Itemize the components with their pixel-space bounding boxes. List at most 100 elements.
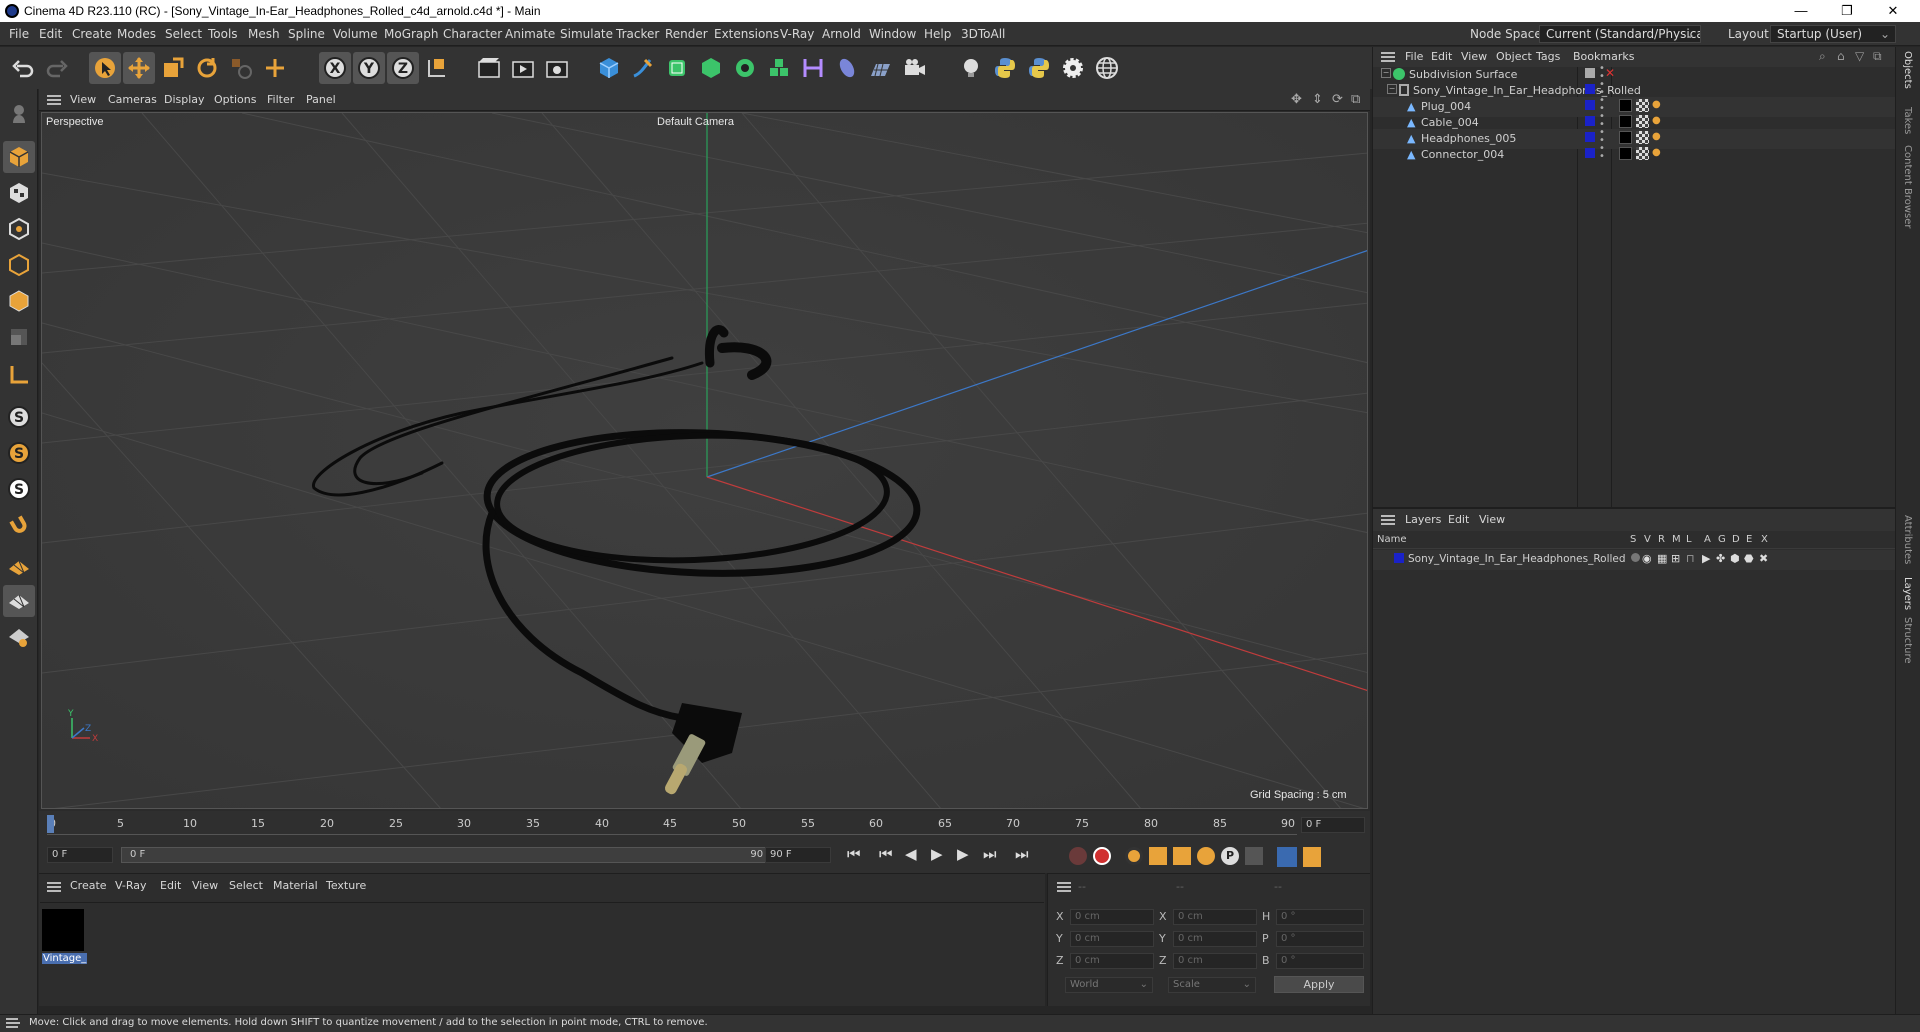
- scale-key-icon[interactable]: [1173, 847, 1191, 865]
- eye-icon[interactable]: ◉: [1642, 552, 1652, 565]
- menu-file[interactable]: File: [9, 27, 29, 41]
- manager-tree-icon[interactable]: ⊞: [1671, 552, 1680, 565]
- x-axis-lock-button[interactable]: X: [319, 52, 351, 84]
- menu-help[interactable]: Help: [924, 27, 951, 41]
- edges-mode-button[interactable]: [3, 249, 35, 281]
- viewport-rotate-icon[interactable]: ⟳: [1332, 92, 1343, 107]
- new-window-icon[interactable]: ⧉: [1873, 49, 1882, 64]
- start-frame-field[interactable]: 0 F: [47, 847, 113, 863]
- mograph-button[interactable]: [763, 52, 795, 84]
- 3d-viewport[interactable]: Y Z X Perspective Default Camera Grid Sp…: [41, 112, 1368, 809]
- position-key-icon[interactable]: [1149, 847, 1167, 865]
- parameter-key-icon[interactable]: P: [1221, 847, 1239, 865]
- size-x-field[interactable]: 0 cm: [1173, 909, 1257, 925]
- playhead[interactable]: [47, 815, 54, 833]
- lock-icon[interactable]: ⊓: [1686, 552, 1695, 565]
- recent-tools-button[interactable]: [225, 52, 257, 84]
- menu-select[interactable]: Select: [165, 27, 202, 41]
- record-disabled-icon[interactable]: [1069, 847, 1087, 865]
- layer-color-swatch[interactable]: [1394, 553, 1404, 563]
- layer-menu-layers[interactable]: Layers: [1405, 513, 1441, 526]
- hamburger-menu-icon[interactable]: [47, 882, 61, 892]
- layer-color-swatch[interactable]: [1585, 148, 1595, 158]
- column-animation[interactable]: A: [1704, 534, 1711, 545]
- viewport-move-icon[interactable]: ✥: [1291, 92, 1302, 107]
- floor-button[interactable]: [865, 52, 897, 84]
- select-tool-button[interactable]: [89, 52, 121, 84]
- viewport-menu-options[interactable]: Options: [214, 93, 256, 106]
- menu-edit[interactable]: Edit: [39, 27, 62, 41]
- field-button[interactable]: [831, 52, 863, 84]
- tab-takes[interactable]: Takes: [1902, 107, 1913, 134]
- planar-workplane-button[interactable]: [3, 621, 35, 653]
- prev-key-icon[interactable]: ⏮: [879, 845, 893, 863]
- scale-tool-button[interactable]: [157, 52, 189, 84]
- menu-window[interactable]: Window: [869, 27, 916, 41]
- size-mode-select[interactable]: Scale ⌄: [1168, 977, 1256, 993]
- mat-menu-vray[interactable]: V-Ray: [115, 879, 147, 892]
- menu-create[interactable]: Create: [72, 27, 112, 41]
- column-expressions[interactable]: E: [1746, 534, 1752, 545]
- layer-color-swatch[interactable]: [1585, 100, 1595, 110]
- column-manager[interactable]: M: [1672, 534, 1681, 545]
- redo-button[interactable]: [41, 52, 73, 84]
- layer-menu-view[interactable]: View: [1479, 513, 1505, 526]
- viewport-menu-filter[interactable]: Filter: [267, 93, 294, 106]
- workplane-grid-button[interactable]: [3, 585, 35, 617]
- render-settings-button[interactable]: [541, 52, 573, 84]
- cloner-button[interactable]: [729, 52, 761, 84]
- column-visible[interactable]: V: [1644, 534, 1651, 545]
- y-axis-lock-button[interactable]: Y: [353, 52, 385, 84]
- vray-tag-icon[interactable]: ●: [1652, 99, 1661, 110]
- menu-extensions[interactable]: Extensions: [714, 27, 779, 41]
- generator-icon[interactable]: ✤: [1716, 552, 1725, 565]
- position-z-field[interactable]: 0 cm: [1070, 953, 1154, 969]
- next-frame-icon[interactable]: ▶: [957, 845, 969, 863]
- material-tag-icon[interactable]: [1619, 147, 1632, 160]
- layer-color-swatch[interactable]: [1585, 132, 1595, 142]
- viewport-menu-panel[interactable]: Panel: [306, 93, 336, 106]
- menu-render[interactable]: Render: [665, 27, 708, 41]
- menu-vray[interactable]: V-Ray: [780, 27, 814, 41]
- snap-3d-button[interactable]: S: [3, 473, 35, 505]
- settings-gear-button[interactable]: [1057, 52, 1089, 84]
- viewport-menu-view[interactable]: View: [70, 93, 96, 106]
- menu-modes[interactable]: Modes: [117, 27, 156, 41]
- undo-button[interactable]: [7, 52, 39, 84]
- obj-menu-tags[interactable]: Tags: [1536, 50, 1560, 63]
- world-coordinates-button[interactable]: [421, 52, 453, 84]
- points-mode-button[interactable]: [3, 213, 35, 245]
- light-button[interactable]: [955, 52, 987, 84]
- z-axis-lock-button[interactable]: Z: [387, 52, 419, 84]
- viewport-maximize-icon[interactable]: ⧉: [1351, 92, 1360, 107]
- extrude-button[interactable]: [695, 52, 727, 84]
- position-x-field[interactable]: 0 cm: [1070, 909, 1154, 925]
- disabled-x-icon[interactable]: ✕: [1605, 66, 1615, 80]
- magnet-button[interactable]: [3, 509, 35, 541]
- column-solo[interactable]: S: [1630, 534, 1636, 545]
- layer-color-swatch[interactable]: [1585, 116, 1595, 126]
- obj-menu-bookmarks[interactable]: Bookmarks: [1573, 50, 1634, 63]
- go-to-start-icon[interactable]: ⏮: [847, 845, 861, 863]
- uvw-tag-icon[interactable]: [1636, 115, 1649, 128]
- mat-menu-texture[interactable]: Texture: [326, 879, 366, 892]
- viewport-dolly-icon[interactable]: ⇕: [1312, 92, 1323, 107]
- move-tool-button[interactable]: [123, 52, 155, 84]
- column-xrefs[interactable]: X: [1761, 534, 1768, 545]
- timeline-ruler[interactable]: 0 5 10 15 20 25 30 35 40 45 50 55 60 65 …: [47, 813, 1297, 835]
- mat-menu-create[interactable]: Create: [70, 879, 107, 892]
- uv-mode-button[interactable]: [3, 321, 35, 353]
- menu-spline[interactable]: Spline: [288, 27, 325, 41]
- viewport-menu-cameras[interactable]: Cameras: [108, 93, 157, 106]
- hamburger-menu-icon[interactable]: [1381, 515, 1395, 525]
- prev-frame-icon[interactable]: ◀: [905, 845, 917, 863]
- obj-menu-file[interactable]: File: [1405, 50, 1423, 63]
- end-frame-field[interactable]: 90 F: [765, 847, 831, 863]
- hamburger-menu-icon[interactable]: [1057, 882, 1071, 892]
- collapse-icon[interactable]: −: [1387, 84, 1397, 94]
- obj-menu-view[interactable]: View: [1461, 50, 1487, 63]
- material-tag-icon[interactable]: [1619, 131, 1632, 144]
- tab-attributes[interactable]: Attributes: [1902, 515, 1913, 564]
- rotate-tool-button[interactable]: [191, 52, 223, 84]
- point-level-anim-icon[interactable]: [1245, 847, 1263, 865]
